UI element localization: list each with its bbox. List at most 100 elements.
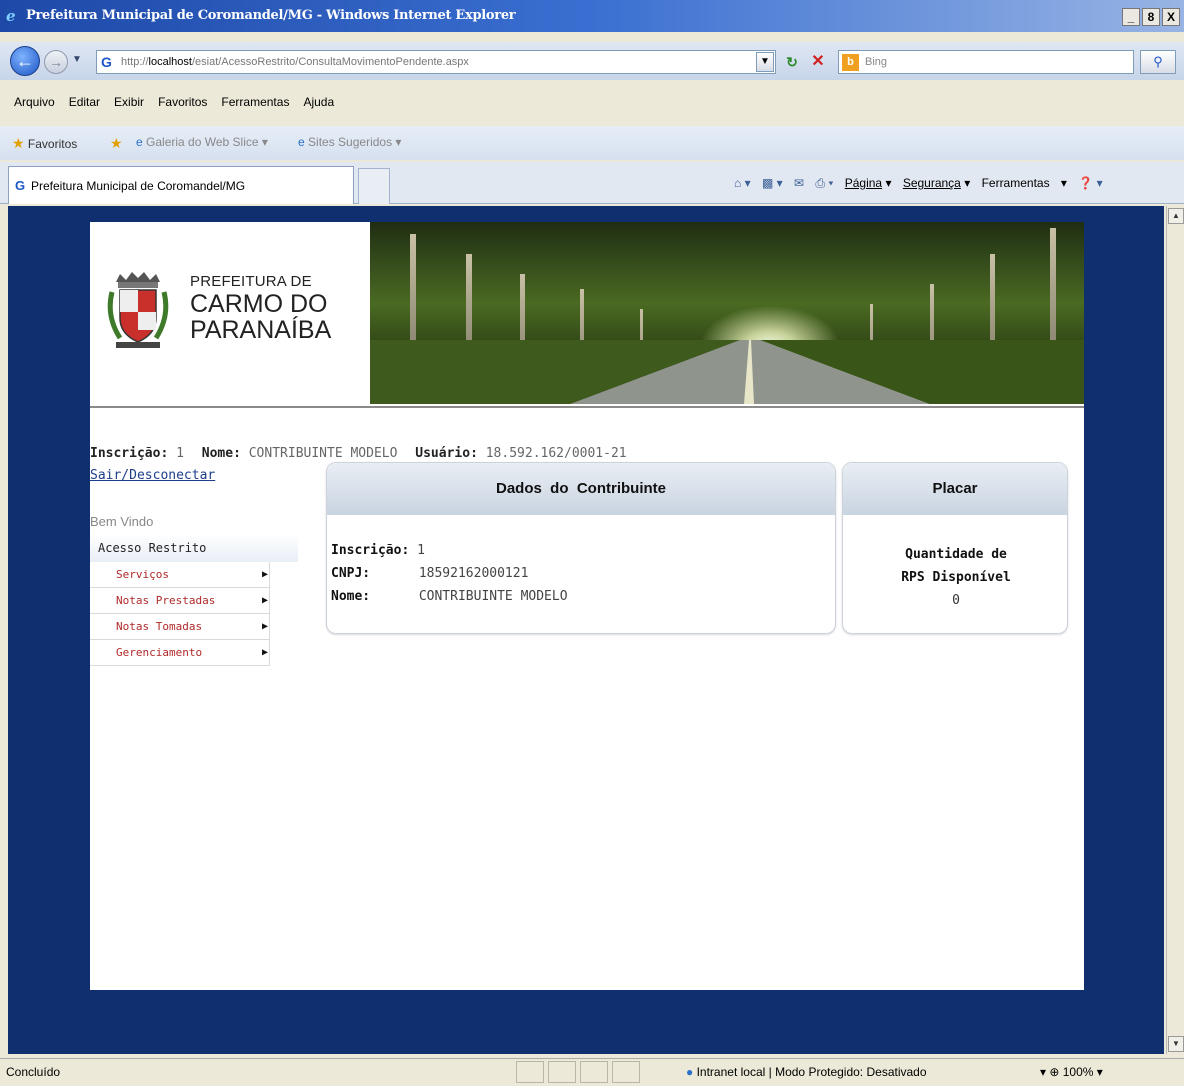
menu-exibir[interactable]: Exibir bbox=[114, 95, 144, 109]
road-banner-image bbox=[370, 222, 1084, 404]
side-menu-header: Acesso Restrito bbox=[90, 534, 298, 562]
menu-ajuda[interactable]: Ajuda bbox=[303, 95, 334, 109]
submenu-arrow-icon: ▶ bbox=[262, 647, 269, 658]
add-favorite-icon[interactable]: ★ bbox=[110, 135, 123, 152]
suggested-sites-label: Sites Sugeridos bbox=[308, 135, 393, 149]
placar-line-2: RPS Disponível bbox=[901, 570, 1011, 585]
coat-of-arms-icon bbox=[107, 272, 169, 348]
tab-title: Prefeitura Municipal de Coromandel/MG bbox=[31, 179, 246, 193]
help-icon[interactable]: ❓ ▾ bbox=[1078, 176, 1102, 190]
print-icon[interactable]: ⎙ ▾ bbox=[815, 176, 833, 190]
favorites-label: Favoritos bbox=[27, 137, 78, 151]
status-bar: Concluído ● Intranet local | Modo Proteg… bbox=[0, 1058, 1184, 1086]
browser-window: e Prefeitura Municipal de Coromandel/MG … bbox=[0, 0, 1184, 1086]
favorites-button[interactable]: ★ Favoritos bbox=[12, 135, 77, 152]
placar-line-1: Quantidade de bbox=[905, 547, 1007, 562]
placar-content: Quantidade de RPS Disponível 0 bbox=[843, 543, 1069, 612]
menu-item-label: Gerenciamento bbox=[116, 646, 203, 659]
menu-arquivo[interactable]: Arquivo bbox=[14, 95, 55, 109]
status-cells bbox=[516, 1061, 640, 1083]
menu-item-label: Notas Prestadas bbox=[116, 594, 216, 607]
inscricao-value: 1 bbox=[176, 446, 184, 461]
submenu-arrow-icon: ▶ bbox=[262, 621, 269, 632]
placar-value: 0 bbox=[952, 593, 960, 608]
menu-ferramentas[interactable]: Ferramentas bbox=[221, 95, 289, 109]
back-button[interactable]: ← bbox=[10, 46, 40, 76]
tab-favicon-icon: G bbox=[15, 178, 26, 193]
dados-inscricao-value: 1 bbox=[417, 543, 425, 558]
user-info-line: Inscrição: 1 Nome: CONTRIBUINTE MODELO U… bbox=[90, 446, 637, 461]
page-menu-label: Página bbox=[844, 176, 883, 190]
security-menu-label: Segurança bbox=[902, 176, 961, 190]
close-button[interactable]: X bbox=[1162, 8, 1180, 26]
history-dropdown-icon[interactable]: ▼ bbox=[72, 54, 82, 65]
usuario-label: Usuário: bbox=[415, 446, 478, 461]
dados-inscricao-label: Inscrição: bbox=[331, 543, 410, 558]
vertical-scrollbar[interactable]: ▲ ▼ bbox=[1166, 206, 1184, 1054]
dados-row-nome: Nome: CONTRIBUINTE MODELO bbox=[331, 589, 568, 612]
url-path: /esiat/AcessoRestrito/ConsultaMovimentoP… bbox=[191, 56, 469, 68]
menu-bar: Arquivo Editar Exibir Favoritos Ferramen… bbox=[0, 88, 1184, 116]
security-menu[interactable]: Segurança ▾ bbox=[903, 176, 970, 190]
scroll-down-button[interactable]: ▼ bbox=[1168, 1036, 1184, 1052]
star-icon: ★ bbox=[12, 135, 25, 151]
url-prefix: http:// bbox=[121, 56, 149, 68]
favorites-bar: ★ Favoritos ★ e Galeria do Web Slice ▾ e… bbox=[0, 126, 1184, 160]
menu-editar[interactable]: Editar bbox=[69, 95, 100, 109]
mail-icon[interactable]: ✉ bbox=[794, 176, 804, 190]
zoom-control[interactable]: ▾ ⊕ 100% ▾ bbox=[1040, 1065, 1103, 1079]
menu-item-notas-prestadas[interactable]: Notas Prestadas ▶ bbox=[90, 588, 270, 614]
side-menu: Acesso Restrito Serviços ▶ Notas Prestad… bbox=[90, 534, 298, 666]
menu-favoritos[interactable]: Favoritos bbox=[158, 95, 207, 109]
page-viewport: PREFEITURA DE CARMO DO PARANAÍBA Inscriç… bbox=[8, 206, 1164, 1054]
feeds-icon[interactable]: ▩ ▾ bbox=[762, 176, 783, 190]
tab-prefeitura[interactable]: G Prefeitura Municipal de Coromandel/MG bbox=[8, 166, 354, 204]
nome-value: CONTRIBUINTE MODELO bbox=[248, 446, 398, 461]
window-controls: _ 8 X bbox=[1122, 8, 1180, 26]
forward-button[interactable]: → bbox=[44, 50, 68, 74]
suggested-sites-link[interactable]: e Sites Sugeridos ▾ bbox=[298, 135, 401, 149]
title-bar: e Prefeitura Municipal de Coromandel/MG … bbox=[0, 0, 1184, 32]
search-button[interactable]: ⚲ bbox=[1140, 50, 1176, 74]
site-banner: PREFEITURA DE CARMO DO PARANAÍBA bbox=[90, 222, 1084, 408]
logo-line-3: PARANAÍBA bbox=[190, 316, 332, 344]
menu-item-notas-tomadas[interactable]: Notas Tomadas ▶ bbox=[90, 614, 270, 640]
dados-nome-value: CONTRIBUINTE MODELO bbox=[418, 589, 568, 604]
site-favicon-icon: G bbox=[101, 54, 112, 70]
menu-item-servicos[interactable]: Serviços ▶ bbox=[90, 562, 270, 588]
url-host: localhost bbox=[148, 56, 192, 68]
logout-link[interactable]: Sair/Desconectar bbox=[90, 468, 215, 483]
dados-row-inscricao: Inscrição: 1 bbox=[331, 543, 568, 566]
search-field[interactable]: b Bing bbox=[838, 50, 1134, 74]
dados-row-cnpj: CNPJ: 18592162000121 bbox=[331, 566, 568, 589]
page-menu[interactable]: Página ▾ bbox=[845, 176, 892, 190]
security-zone[interactable]: ● Intranet local | Modo Protegido: Desat… bbox=[686, 1065, 927, 1079]
scroll-up-button[interactable]: ▲ bbox=[1168, 208, 1184, 224]
status-text: Concluído bbox=[6, 1065, 61, 1079]
usuario-value: 18.592.162/0001-21 bbox=[485, 446, 627, 461]
maximize-button[interactable]: 8 bbox=[1142, 8, 1160, 26]
tools-menu-label: Ferramentas bbox=[981, 176, 1050, 190]
placar-panel: Placar Quantidade de RPS Disponível 0 bbox=[842, 462, 1068, 634]
menu-item-label: Serviços bbox=[116, 568, 169, 581]
stop-button[interactable]: ✕ bbox=[808, 52, 828, 72]
address-field[interactable]: G http://localhost/esiat/AcessoRestrito/… bbox=[96, 50, 776, 74]
new-tab-button[interactable] bbox=[358, 168, 390, 204]
ie-logo-icon: e bbox=[6, 7, 16, 25]
refresh-button[interactable]: ↻ bbox=[782, 52, 802, 72]
home-icon[interactable]: ⌂ ▾ bbox=[734, 176, 751, 190]
welcome-text: Bem Vindo bbox=[90, 514, 154, 529]
address-dropdown-button[interactable]: ▼ bbox=[756, 52, 774, 72]
tools-menu[interactable]: Ferramentas ▾ bbox=[982, 176, 1067, 190]
intranet-icon: ● bbox=[686, 1065, 694, 1079]
address-toolbar: ← → ▼ G http://localhost/esiat/AcessoRes… bbox=[0, 42, 1184, 80]
security-zone-label: Intranet local | Modo Protegido: Desativ… bbox=[696, 1065, 927, 1079]
command-bar: ⌂ ▾ ▩ ▾ ✉ ⎙ ▾ Página ▾ Segurança ▾ Ferra… bbox=[734, 176, 1111, 191]
web-slice-gallery-link[interactable]: e Galeria do Web Slice ▾ bbox=[136, 135, 268, 149]
menu-item-gerenciamento[interactable]: Gerenciamento ▶ bbox=[90, 640, 270, 666]
web-slice-label: Galeria do Web Slice bbox=[146, 135, 259, 149]
search-placeholder: Bing bbox=[865, 56, 888, 68]
minimize-button[interactable]: _ bbox=[1122, 8, 1140, 26]
placar-panel-title: Placar bbox=[843, 463, 1067, 515]
window-title: Prefeitura Municipal de Coromandel/MG - … bbox=[26, 8, 516, 23]
